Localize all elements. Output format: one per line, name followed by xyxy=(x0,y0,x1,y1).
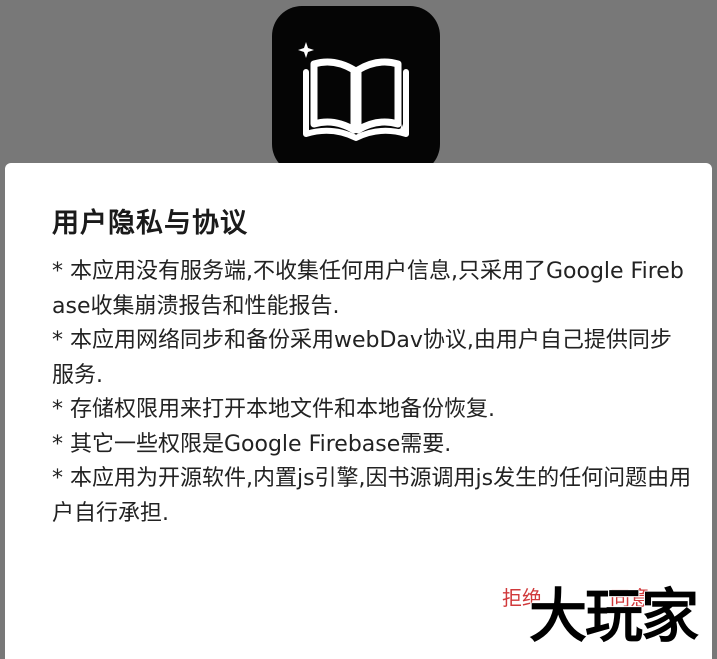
privacy-paragraph: * 本应用网络同步和备份采用webDav协议,由用户自己提供同步服务. xyxy=(52,328,672,388)
privacy-paragraph: * 本应用没有服务端,不收集任何用户信息,只采用了Google Firebase… xyxy=(52,259,684,319)
watermark: 大玩家 xyxy=(529,582,699,650)
privacy-paragraph: * 本应用为开源软件,内置js引擎,因书源调用js发生的任何问题由用户自行承担. xyxy=(52,466,692,526)
privacy-paragraph: * 其它一些权限是Google Firebase需要. xyxy=(52,431,452,457)
privacy-paragraph: * 存储权限用来打开本地文件和本地备份恢复. xyxy=(52,397,495,422)
dialog-title: 用户隐私与协议 xyxy=(52,208,248,239)
app-icon xyxy=(272,6,440,174)
dialog-body: * 本应用没有服务端,不收集任何用户信息,只采用了Google Firebase… xyxy=(52,255,692,531)
open-book-icon xyxy=(298,42,409,141)
